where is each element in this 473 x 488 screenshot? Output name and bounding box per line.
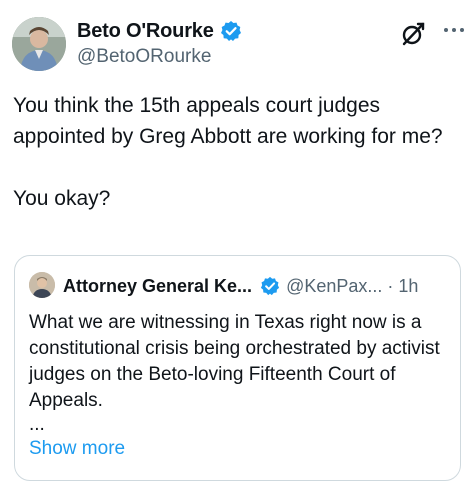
author-handle[interactable]: @BetoORourke [77,46,211,68]
quoted-separator: · [387,275,394,296]
tweet-text: You think the 15th appeals court judges … [13,94,443,210]
quoted-handle: @KenPax... [286,275,383,296]
quoted-verified-badge-icon [260,276,280,296]
more-icon[interactable] [442,22,466,38]
quoted-tweet-card[interactable]: Attorney General Ke... @KenPax... · 1h W… [14,255,461,481]
author-avatar[interactable] [12,17,66,71]
quoted-header: Attorney General Ke... @KenPax... · 1h [63,274,453,298]
grok-icon[interactable] [400,21,426,47]
show-more-link[interactable]: Show more [29,438,125,460]
verified-badge-icon [220,21,241,41]
quoted-timestamp: 1h [398,275,419,296]
quoted-display-name: Attorney General Ke... [63,275,253,296]
quoted-tweet-text: What we are witnessing in Texas right no… [29,312,440,411]
quoted-author-avatar [29,272,55,298]
author-display-name[interactable]: Beto O'Rourke [77,20,214,43]
author-name-row: Beto O'Rourke [77,18,242,44]
quoted-text-ellipsis: ... [29,414,45,435]
